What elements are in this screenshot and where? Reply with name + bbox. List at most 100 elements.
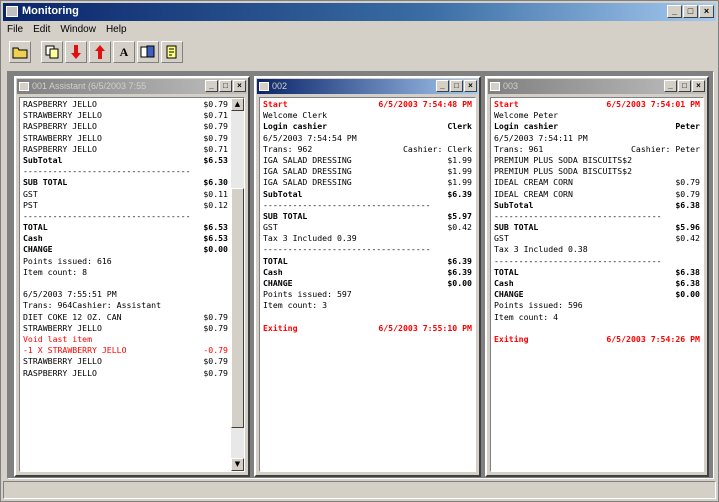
log-line-text: CHANGE: [494, 289, 524, 300]
log-line: IGA SALAD DRESSING $1.99: [263, 177, 472, 188]
log-line-text: Welcome Peter: [494, 110, 559, 121]
log-line-text: Item count: 4: [494, 311, 559, 322]
log-line: IDEAL CREAM CORN $0.79: [494, 177, 700, 188]
log-line-value: $6.53: [203, 222, 228, 233]
log-line-value: $5.97: [447, 210, 472, 221]
maximize-button[interactable]: □: [450, 80, 463, 92]
log-line: Trans: 961 Cashier: Peter: [494, 144, 700, 155]
scroll-down-button[interactable]: ▼: [231, 458, 244, 471]
log-line-text: TOTAL: [23, 222, 48, 233]
app-title-bar[interactable]: Monitoring _ □ ×: [3, 3, 716, 21]
log-line-text: PREMIUM PLUS SODA BISCUITS$2: [494, 166, 633, 177]
child-title-bar[interactable]: 003 _ □ ×: [488, 79, 706, 94]
log-line-text: -1 X STRAWBERRY JELLO: [23, 345, 127, 356]
minimize-button[interactable]: _: [667, 5, 682, 18]
log-line-value: $5.96: [675, 222, 700, 233]
log-line: [494, 323, 700, 334]
menu-help[interactable]: Help: [106, 22, 127, 38]
minimize-button[interactable]: _: [436, 80, 449, 92]
log-line-text: Cash: [23, 233, 43, 244]
minimize-button[interactable]: _: [664, 80, 677, 92]
register-window-003[interactable]: 003 _ □ × Start 6/5/2003 7:54:01 PM Welcom…: [485, 76, 709, 477]
log-line-text: PREMIUM PLUS SODA BISCUITS$2: [494, 154, 633, 165]
minimize-button[interactable]: _: [205, 80, 218, 92]
log-line: ----------------------------------: [263, 244, 472, 255]
log-line-text: Tax 3 Included 0.38: [494, 244, 588, 255]
maximize-button[interactable]: □: [219, 80, 232, 92]
close-button[interactable]: ×: [699, 5, 714, 18]
log-line-value: $6.38: [675, 266, 700, 277]
log-line-text: RASPBERRY JELLO: [23, 367, 97, 378]
copy-button[interactable]: [41, 41, 63, 63]
child-title-bar[interactable]: 001 Assistant (6/5/2003 7:55 _ □ ×: [17, 79, 247, 94]
menu-edit[interactable]: Edit: [33, 22, 50, 38]
child-title-bar[interactable]: 002 _ □ ×: [257, 79, 478, 94]
log-line: 6/5/2003 7:54:11 PM: [494, 133, 700, 144]
log-line-text: STRAWBERRY JELLO: [23, 132, 102, 143]
log-line: GST $0.42: [263, 222, 472, 233]
scroll-thumb[interactable]: [231, 188, 244, 428]
log-line-text: Cash: [263, 266, 283, 277]
log-line: RASPBERRY JELLO $0.79: [23, 121, 228, 132]
log-line-text: SUB TOTAL: [263, 210, 308, 221]
log-line-text: PST: [23, 199, 38, 210]
log-line-text: CHANGE: [23, 244, 53, 255]
close-button[interactable]: ×: [692, 80, 705, 92]
log-line: Item count: 3: [263, 300, 472, 311]
log-line-value: $0.79: [203, 311, 228, 322]
log-line-text: Points issued: 596: [494, 300, 583, 311]
receipt-log-pane[interactable]: Start 6/5/2003 7:54:48 PM Welcome Clerk Log…: [259, 97, 476, 472]
log-line: STRAWBERRY JELLO $0.79: [23, 133, 228, 144]
log-line: SUB TOTAL $5.96: [494, 222, 700, 233]
child-title: 002: [272, 81, 288, 91]
log-line: TOTAL $6.38: [494, 267, 700, 278]
log-line: -1 X STRAWBERRY JELLO -0.79: [23, 345, 228, 356]
log-line-text: Login cashier: [494, 121, 559, 132]
receipt-log-pane[interactable]: RASPBERRY JELLO $0.79 STRAWBERRY JELLO $0.7…: [19, 97, 245, 472]
log-line-text: IGA SALAD DRESSING: [263, 177, 352, 188]
log-line-value: $0.00: [447, 278, 472, 288]
move-up-button[interactable]: [89, 41, 111, 63]
menu-file[interactable]: File: [7, 22, 23, 38]
register-window-001[interactable]: 001 Assistant (6/5/2003 7:55 _ □ × RASPB…: [14, 76, 250, 477]
log-line-text: STRAWBERRY JELLO: [23, 110, 102, 121]
log-line: Tax 3 Included 0.39: [263, 233, 472, 244]
arrow-down-icon: [71, 45, 81, 59]
child-title: 003: [503, 81, 519, 91]
receipt-log-pane[interactable]: Start 6/5/2003 7:54:01 PM Welcome Peter Log…: [490, 97, 704, 472]
log-line: Cash $6.39: [263, 267, 472, 278]
log-line: ----------------------------------: [263, 200, 472, 211]
open-folder-icon: [12, 47, 28, 59]
log-line: Void last item: [23, 334, 228, 345]
log-line-text: Exiting: [263, 322, 298, 333]
log-line-text: CHANGE: [263, 278, 293, 288]
log-line-text: IGA SALAD DRESSING: [263, 166, 352, 177]
help-button[interactable]: [161, 41, 183, 63]
close-button[interactable]: ×: [233, 80, 246, 92]
log-line-text: Exiting: [494, 333, 529, 344]
documents-button[interactable]: [137, 41, 159, 63]
log-line-value: $1.99: [447, 177, 472, 188]
log-line-text: Trans: 964Cashier: Assistant: [23, 300, 162, 311]
maximize-button[interactable]: □: [678, 80, 691, 92]
log-line-text: Points issued: 597: [263, 289, 352, 300]
vertical-scrollbar[interactable]: ▲ ▼: [231, 98, 244, 471]
log-line: STRAWBERRY JELLO $0.71: [23, 110, 228, 121]
log-line: GST $0.11: [23, 189, 228, 200]
log-line-value: Cashier: Clerk: [402, 143, 472, 154]
close-button[interactable]: ×: [464, 80, 477, 92]
log-line: RASPBERRY JELLO $0.79: [23, 99, 228, 110]
log-line-value: $0.79: [675, 188, 700, 199]
maximize-button[interactable]: □: [683, 5, 698, 18]
window-icon: [259, 82, 269, 91]
log-line-text: 6/5/2003 7:55:51 PM: [23, 289, 117, 300]
move-down-button[interactable]: [65, 41, 87, 63]
menu-window[interactable]: Window: [60, 22, 96, 38]
log-line-text: SubTotal: [263, 188, 303, 199]
register-window-002[interactable]: 002 _ □ × Start 6/5/2003 7:54:48 PM Welcom…: [254, 76, 481, 477]
font-button[interactable]: A: [113, 41, 135, 63]
open-folder-button[interactable]: [9, 41, 31, 63]
log-line: Trans: 964Cashier: Assistant: [23, 300, 228, 311]
scroll-up-button[interactable]: ▲: [231, 98, 244, 111]
log-line: ----------------------------------: [494, 256, 700, 267]
